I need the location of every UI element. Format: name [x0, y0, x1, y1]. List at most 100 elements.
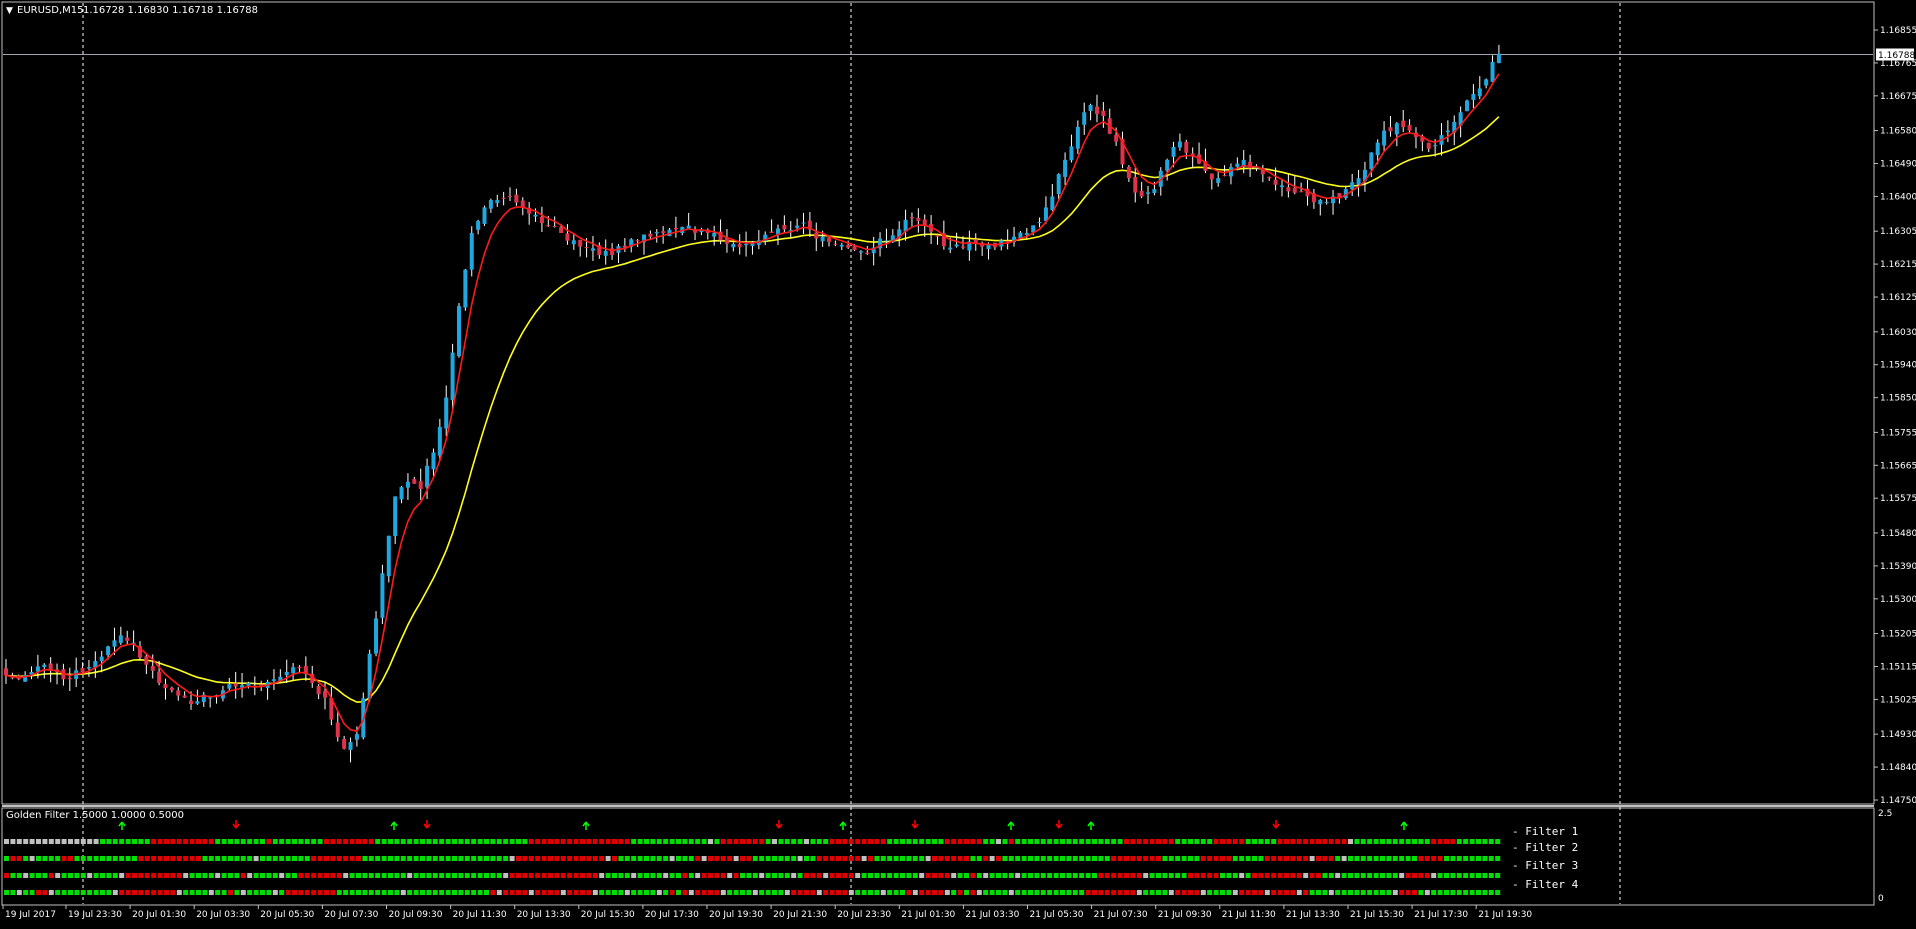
filter-cell: [836, 890, 841, 895]
filter-cell: [1239, 890, 1245, 895]
filter-cell: [1175, 856, 1181, 861]
filter-cell: [964, 890, 969, 895]
filter-cell: [432, 890, 438, 895]
bear-candle: [865, 252, 870, 254]
filter-cell: [816, 873, 822, 878]
filter-cell: [80, 873, 86, 878]
filter-cell: [912, 856, 918, 861]
filter-cell: [791, 873, 797, 878]
price-label: 1.15755: [1880, 428, 1916, 438]
bull-candle: [405, 481, 410, 488]
filter-cell: [1028, 856, 1033, 861]
filter-cell: [266, 856, 272, 861]
filter-cell: [656, 873, 662, 878]
filter-cell: [1130, 856, 1136, 861]
filter-cell: [368, 890, 374, 895]
filter-cell: [356, 856, 361, 861]
filter-cell: [260, 856, 265, 861]
filter-cell: [765, 873, 771, 878]
filter-cell: [989, 890, 995, 895]
bull-candle: [1465, 100, 1470, 112]
filter-cell: [1450, 873, 1456, 878]
filter-cell: [279, 873, 285, 878]
filter-cell: [125, 873, 131, 878]
filter-cell: [797, 890, 803, 895]
filter-cell: [1143, 856, 1149, 861]
bull-candle: [1216, 178, 1221, 183]
filter-cell: [983, 839, 989, 844]
filter-cell: [989, 839, 995, 844]
filter-cell: [1456, 873, 1462, 878]
filter-cell: [1111, 839, 1117, 844]
filter-cell: [983, 856, 989, 861]
filter-cell: [144, 873, 150, 878]
filter-cell: [1412, 856, 1417, 861]
filter-cell: [1354, 890, 1360, 895]
filter-cell: [1316, 839, 1321, 844]
filter-cell: [791, 839, 797, 844]
time-label: 20 Jul 01:30: [132, 910, 186, 920]
filter-cell: [631, 856, 637, 861]
filter-cell: [1104, 839, 1110, 844]
filter-cell: [304, 856, 310, 861]
bear-candle: [846, 244, 851, 248]
time-label: 20 Jul 13:30: [517, 910, 571, 920]
time-label: 19 Jul 2017: [5, 910, 56, 920]
filter-cell: [196, 890, 201, 895]
filter-cell: [138, 839, 144, 844]
filter-cell: [1277, 873, 1283, 878]
filter-cell: [157, 856, 163, 861]
filter-cell: [810, 890, 816, 895]
filter-cell: [1277, 890, 1283, 895]
filter-cell: [1104, 856, 1110, 861]
filter-cell: [48, 856, 54, 861]
chart-svg[interactable]: 1.168551.167651.166751.165801.164901.164…: [0, 0, 1916, 924]
filter-cell: [157, 890, 163, 895]
filter-cell: [80, 839, 86, 844]
bull-candle: [1050, 196, 1055, 211]
bull-candle: [1375, 142, 1380, 156]
bull-candle: [686, 225, 691, 229]
filter-cell: [829, 873, 835, 878]
filter-cell: [631, 839, 637, 844]
filter-cell: [1188, 856, 1193, 861]
filter-cell: [452, 890, 457, 895]
filter-cell: [1162, 873, 1168, 878]
filter-cell: [362, 839, 368, 844]
filter-cell: [202, 839, 208, 844]
title-arrow-icon[interactable]: ▼: [6, 6, 13, 16]
filter-cell: [887, 839, 893, 844]
bull-candle: [444, 397, 449, 429]
filter-cell: [989, 856, 995, 861]
filter-cell: [1181, 839, 1187, 844]
filter-cell: [695, 856, 701, 861]
bear-candle: [144, 656, 149, 665]
filter-cell: [1386, 856, 1392, 861]
filter-cell: [157, 839, 163, 844]
filter-cell: [356, 839, 361, 844]
filter-cell: [496, 890, 502, 895]
bull-candle: [858, 251, 863, 253]
filter-cell: [1188, 873, 1193, 878]
filter-cell: [55, 890, 61, 895]
filter-cell: [100, 856, 105, 861]
filter-cell: [631, 873, 637, 878]
filter-cell: [823, 873, 829, 878]
filter-cell: [74, 856, 80, 861]
filter-cell: [1399, 890, 1405, 895]
filter-cell: [1252, 839, 1257, 844]
filter-cell: [260, 873, 265, 878]
filter-cell: [900, 873, 905, 878]
filter-cell: [944, 839, 950, 844]
filter-cell: [272, 839, 278, 844]
bull-candle: [399, 487, 404, 500]
filter-cell: [1040, 890, 1046, 895]
filter-cell: [1373, 873, 1379, 878]
filter-cell: [4, 856, 9, 861]
filter-cell: [1002, 839, 1008, 844]
time-label: 21 Jul 07:30: [1094, 910, 1148, 920]
filter-cell: [439, 839, 445, 844]
filter-cell: [938, 890, 944, 895]
filter-cell: [605, 839, 611, 844]
filter-cell: [848, 873, 854, 878]
